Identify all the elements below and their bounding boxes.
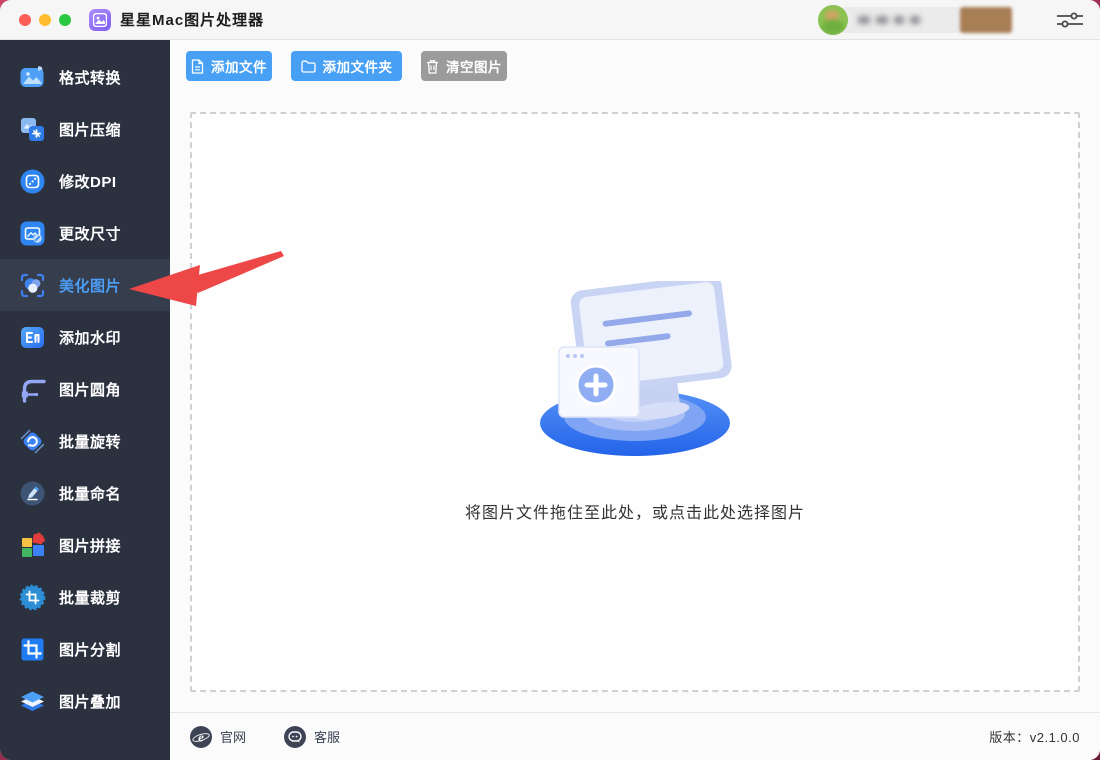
add-file-button[interactable]: 添加文件 bbox=[186, 51, 272, 81]
app-title: 星星Mac图片处理器 bbox=[120, 12, 265, 29]
round-corner-icon bbox=[21, 379, 46, 403]
resize-icon bbox=[20, 221, 45, 245]
sidebar-item-label: 批量裁剪 bbox=[59, 589, 122, 607]
sidebar-item-label: 美化图片 bbox=[59, 277, 122, 295]
titlebar: 星星Mac图片处理器 bbox=[0, 0, 1100, 40]
footer: e 官网 客服 版本：v2.1.0.0 bbox=[170, 712, 1100, 760]
sidebar-item-watermark[interactable]: 添加水印 bbox=[0, 311, 170, 363]
watermark-icon bbox=[21, 326, 44, 348]
batch-rename-icon bbox=[20, 481, 45, 505]
support-label: 客服 bbox=[314, 730, 341, 745]
batch-rotate-icon bbox=[20, 429, 45, 453]
zoom-button[interactable] bbox=[59, 13, 71, 26]
add-file-label: 添加文件 bbox=[211, 60, 267, 75]
sidebar-item-batch-crop[interactable]: 批量裁剪 bbox=[0, 571, 170, 623]
close-button[interactable] bbox=[19, 13, 31, 26]
clear-images-label: 清空图片 bbox=[446, 60, 502, 75]
account-name-redacted bbox=[840, 7, 962, 33]
sidebar: 格式转换 图片压缩 修改DPI 更改尺寸 美化图片 添加水印 图片圆角 批量旋转… bbox=[0, 40, 170, 760]
file-icon bbox=[191, 58, 204, 74]
sidebar-item-round-corner[interactable]: 图片圆角 bbox=[0, 363, 170, 415]
avatar[interactable] bbox=[818, 5, 848, 35]
image-split-icon bbox=[21, 638, 44, 660]
dropzone-hint: 将图片文件拖住至此处，或点击此处选择图片 bbox=[464, 505, 805, 522]
image-app-icon bbox=[89, 8, 111, 31]
svg-text:e: e bbox=[198, 729, 204, 744]
batch-crop-icon bbox=[19, 584, 46, 610]
sidebar-item-batch-rename[interactable]: 批量命名 bbox=[0, 467, 170, 519]
sidebar-item-image-stitch[interactable]: 图片拼接 bbox=[0, 519, 170, 571]
sidebar-item-label: 批量命名 bbox=[59, 485, 122, 503]
main-content: 添加文件 添加文件夹 清空图片 将图片文件拖住至此处，或点击此处选择图片 e 官… bbox=[170, 40, 1100, 760]
sidebar-item-label: 添加水印 bbox=[59, 329, 122, 347]
user-account-area[interactable] bbox=[818, 5, 1012, 35]
sliders-icon[interactable] bbox=[1056, 11, 1084, 29]
image-stitch-icon bbox=[22, 532, 45, 557]
window-controls bbox=[19, 13, 71, 26]
sidebar-item-format-convert[interactable]: 格式转换 bbox=[0, 51, 170, 103]
sidebar-item-label: 更改尺寸 bbox=[59, 225, 122, 243]
sidebar-item-resize[interactable]: 更改尺寸 bbox=[0, 207, 170, 259]
website-label: 官网 bbox=[220, 730, 247, 745]
add-images-illustration bbox=[540, 281, 732, 456]
sidebar-item-label: 图片分割 bbox=[59, 641, 122, 659]
version-text: 版本：v2.1.0.0 bbox=[989, 730, 1080, 745]
account-badge-redacted bbox=[960, 7, 1012, 33]
image-compress-icon bbox=[21, 117, 44, 141]
sidebar-item-label: 图片叠加 bbox=[59, 693, 122, 711]
sidebar-item-label: 批量旋转 bbox=[59, 433, 122, 451]
minimize-button[interactable] bbox=[39, 13, 51, 26]
image-overlay-icon bbox=[21, 691, 44, 711]
add-folder-button[interactable]: 添加文件夹 bbox=[291, 51, 402, 81]
sidebar-item-label: 图片压缩 bbox=[59, 121, 122, 139]
sidebar-item-image-compress[interactable]: 图片压缩 bbox=[0, 103, 170, 155]
website-link[interactable]: e 官网 bbox=[190, 725, 247, 748]
sidebar-item-label: 修改DPI bbox=[59, 173, 117, 191]
sidebar-item-label: 图片圆角 bbox=[59, 381, 122, 399]
modify-dpi-icon bbox=[20, 169, 45, 193]
sidebar-item-batch-rotate[interactable]: 批量旋转 bbox=[0, 415, 170, 467]
app-window: 星星Mac图片处理器 格式转换 图片压缩 修改DPI 更改尺寸 美化图片 添加水… bbox=[0, 0, 1100, 760]
clear-images-button[interactable]: 清空图片 bbox=[421, 51, 507, 81]
support-chat-icon bbox=[284, 725, 307, 748]
support-link[interactable]: 客服 bbox=[284, 725, 341, 748]
folder-icon bbox=[300, 60, 316, 73]
format-convert-icon bbox=[20, 65, 44, 87]
sidebar-item-label: 格式转换 bbox=[59, 69, 122, 87]
sidebar-item-beautify-image[interactable]: 美化图片 bbox=[0, 259, 170, 311]
add-folder-label: 添加文件夹 bbox=[322, 60, 393, 75]
sidebar-item-label: 图片拼接 bbox=[59, 537, 122, 555]
sidebar-item-image-overlay[interactable]: 图片叠加 bbox=[0, 675, 170, 727]
trash-icon bbox=[427, 59, 438, 74]
website-icon: e bbox=[190, 725, 212, 748]
beautify-image-icon bbox=[20, 273, 45, 297]
sidebar-item-modify-dpi[interactable]: 修改DPI bbox=[0, 155, 170, 207]
sidebar-item-image-split[interactable]: 图片分割 bbox=[0, 623, 170, 675]
image-dropzone[interactable]: 将图片文件拖住至此处，或点击此处选择图片 bbox=[190, 112, 1080, 692]
